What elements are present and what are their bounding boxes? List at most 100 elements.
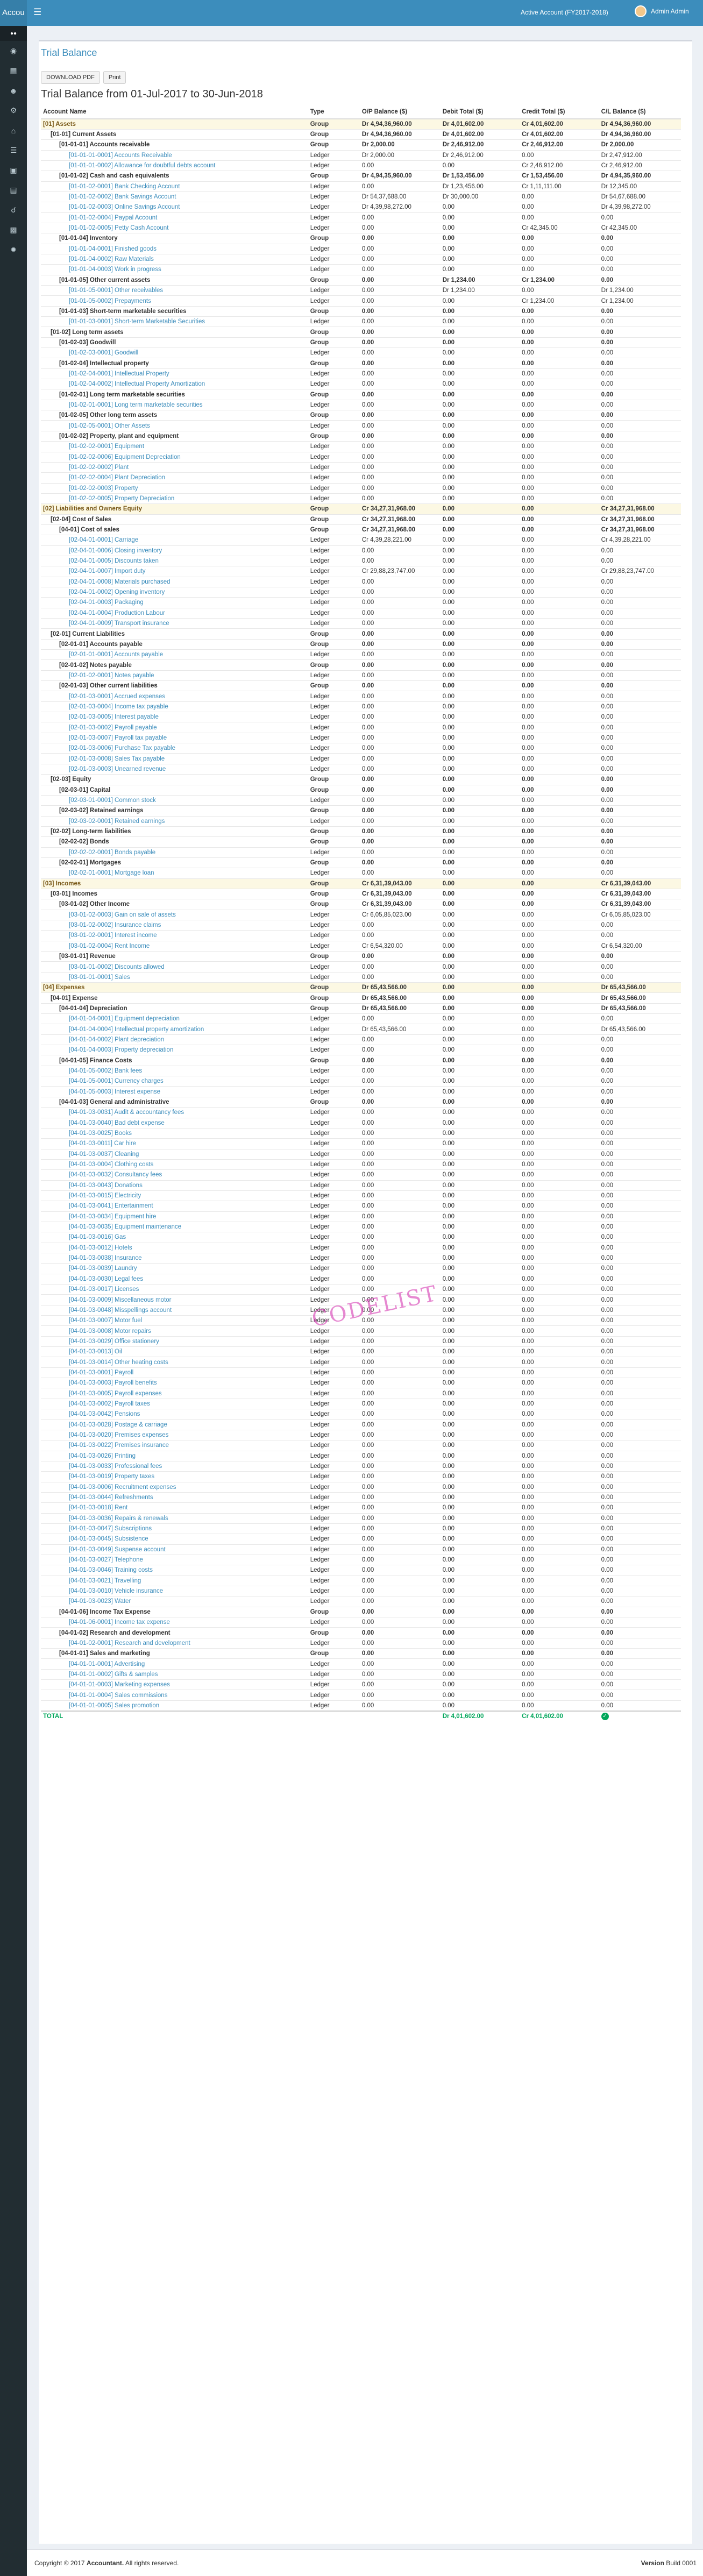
ledger-link[interactable]: [01-02-01-0001] Long term marketable sec… [69, 402, 203, 408]
account-name-cell[interactable]: [04-01-06-0001] Income tax expense [41, 1616, 308, 1628]
ledger-link[interactable]: [04-01-01-0004] Sales commissions [69, 1692, 167, 1699]
book-icon[interactable]: ▦ [0, 61, 27, 81]
account-name-cell[interactable]: [04-01-03-0033] Professional fees [41, 1460, 308, 1472]
account-name-cell[interactable]: [04-01-05-0001] Currency charges [41, 1076, 308, 1087]
ledger-link[interactable]: [01-02-02-0001] Equipment [69, 443, 144, 450]
ledger-link[interactable]: [04-01-03-0020] Premises expenses [69, 1432, 168, 1438]
account-name-cell[interactable]: [04-01-03-0043] Donations [41, 1180, 308, 1191]
ledger-link[interactable]: [04-01-06-0001] Income tax expense [69, 1619, 170, 1626]
list-icon[interactable]: ☰ [0, 140, 27, 160]
ledger-link[interactable]: [04-01-03-0025] Books [69, 1130, 132, 1137]
account-name-cell[interactable]: [04-01-03-0028] Postage & carriage [41, 1419, 308, 1430]
account-name-cell[interactable]: [01-01-02-0005] Petty Cash Account [41, 222, 308, 233]
account-name-cell[interactable]: [01-02-03-0001] Goodwill [41, 347, 308, 358]
account-name-cell[interactable]: [02-04-01-0001] Carriage [41, 535, 308, 546]
users-icon[interactable]: ☻ [0, 81, 27, 101]
ledger-link[interactable]: [04-01-03-0030] Legal fees [69, 1276, 143, 1282]
account-name-cell[interactable]: [02-01-03-0006] Purchase Tax payable [41, 743, 308, 754]
ledger-link[interactable]: [04-01-03-0022] Premises insurance [69, 1442, 169, 1449]
account-name-cell[interactable]: [04-01-03-0026] Printing [41, 1450, 308, 1461]
account-name-cell[interactable]: [04-01-03-0014] Other heating costs [41, 1357, 308, 1368]
account-name-cell[interactable]: [02-03-02-0001] Retained earnings [41, 815, 308, 827]
account-name-cell[interactable]: [02-04-01-0002] Opening inventory [41, 586, 308, 598]
account-name-cell[interactable]: [01-02-05-0001] Other Assets [41, 420, 308, 431]
print-button[interactable]: Print [103, 71, 126, 84]
account-name-cell[interactable]: [04-01-03-0009] Miscellaneous motor [41, 1294, 308, 1305]
ledger-link[interactable]: [04-01-03-0026] Printing [69, 1453, 136, 1459]
account-name-cell[interactable]: [04-01-03-0039] Laundry [41, 1263, 308, 1274]
account-name-cell[interactable]: [01-01-02-0003] Online Savings Account [41, 202, 308, 213]
account-name-cell[interactable]: [02-01-03-0004] Income tax payable [41, 701, 308, 712]
account-name-cell[interactable]: [04-01-03-0005] Payroll expenses [41, 1388, 308, 1399]
account-name-cell[interactable]: [04-01-03-0045] Subsistence [41, 1534, 308, 1545]
ledger-link[interactable]: [04-01-03-0015] Electricity [69, 1193, 141, 1199]
ledger-link[interactable]: [01-01-02-0002] Bank Savings Account [69, 194, 176, 200]
ledger-link[interactable]: [04-01-03-0046] Training costs [69, 1567, 153, 1573]
ledger-link[interactable]: [04-01-04-0003] Property depreciation [69, 1047, 173, 1053]
ledger-link[interactable]: [02-04-01-0005] Discounts taken [69, 558, 159, 564]
account-name-cell[interactable]: [02-04-01-0003] Packaging [41, 597, 308, 608]
account-name-cell[interactable]: [04-01-03-0023] Water [41, 1596, 308, 1607]
ledger-link[interactable]: [01-01-01-0001] Accounts Receivable [69, 152, 172, 159]
ledger-link[interactable]: [02-01-03-0001] Accrued expenses [69, 693, 165, 700]
account-name-cell[interactable]: [01-01-05-0002] Prepayments [41, 295, 308, 307]
ledger-link[interactable]: [02-04-01-0009] Transport insurance [69, 620, 169, 627]
ledger-link[interactable]: [02-01-03-0007] Payroll tax payable [69, 735, 167, 741]
account-name-cell[interactable]: [02-02-01-0001] Mortgage loan [41, 868, 308, 879]
ledger-link[interactable]: [04-01-03-0003] Payroll benefits [69, 1380, 157, 1386]
account-name-cell[interactable]: [04-01-04-0001] Equipment depreciation [41, 1013, 308, 1024]
account-name-cell[interactable]: [04-01-03-0030] Legal fees [41, 1273, 308, 1285]
account-name-cell[interactable]: [02-01-03-0007] Payroll tax payable [41, 732, 308, 743]
ledger-link[interactable]: [04-01-05-0003] Interest expense [69, 1089, 160, 1095]
account-name-cell[interactable]: [04-01-03-0025] Books [41, 1127, 308, 1139]
account-name-cell[interactable]: [02-01-02-0001] Notes payable [41, 670, 308, 681]
ledger-link[interactable]: [04-01-03-0019] Property taxes [69, 1473, 154, 1480]
ledger-link[interactable]: [02-03-02-0001] Retained earnings [69, 818, 165, 825]
account-name-cell[interactable]: [04-01-03-0017] Licenses [41, 1283, 308, 1295]
account-name-cell[interactable]: [02-01-03-0003] Unearned revenue [41, 763, 308, 775]
ledger-link[interactable]: [04-01-03-0038] Insurance [69, 1255, 142, 1261]
ledger-link[interactable]: [02-02-01-0001] Mortgage loan [69, 870, 154, 876]
ledger-link[interactable]: [04-01-03-0023] Water [69, 1598, 131, 1605]
account-name-cell[interactable]: [01-01-02-0002] Bank Savings Account [41, 191, 308, 202]
account-name-cell[interactable]: [04-01-03-0002] Payroll taxes [41, 1398, 308, 1409]
ledger-link[interactable]: [04-01-03-0014] Other heating costs [69, 1359, 168, 1366]
account-name-cell[interactable]: [04-01-03-0046] Training costs [41, 1565, 308, 1576]
ledger-link[interactable]: [04-01-03-0041] Entertainment [69, 1203, 153, 1209]
account-name-cell[interactable]: [04-01-05-0003] Interest expense [41, 1086, 308, 1097]
account-name-cell[interactable]: [04-01-03-0006] Recruitment expenses [41, 1481, 308, 1493]
ledger-link[interactable]: [01-01-05-0001] Other receivables [69, 287, 163, 294]
account-name-cell[interactable]: [04-01-03-0011] Car hire [41, 1138, 308, 1149]
account-name-cell[interactable]: [04-01-03-0004] Clothing costs [41, 1159, 308, 1170]
ledger-link[interactable]: [01-02-04-0002] Intellectual Property Am… [69, 381, 205, 387]
account-name-cell[interactable]: [04-01-03-0044] Refreshments [41, 1492, 308, 1503]
ledger-link[interactable]: [02-01-03-0002] Payroll payable [69, 725, 157, 731]
ledger-link[interactable]: [01-02-02-0002] Plant [69, 464, 129, 471]
account-name-cell[interactable]: [01-01-02-0001] Bank Checking Account [41, 181, 308, 192]
account-name-cell[interactable]: [04-01-03-0047] Subscriptions [41, 1523, 308, 1534]
account-name-cell[interactable]: [04-01-03-0015] Electricity [41, 1190, 308, 1201]
ledger-link[interactable]: [04-01-03-0042] Pensions [69, 1411, 140, 1417]
ledger-link[interactable]: [02-01-03-0005] Interest payable [69, 714, 159, 720]
account-name-cell[interactable]: [03-01-02-0002] Insurance claims [41, 919, 308, 931]
ledger-link[interactable]: [04-01-03-0029] Office stationery [69, 1338, 159, 1345]
account-name-cell[interactable]: [02-01-03-0005] Interest payable [41, 712, 308, 722]
ledger-link[interactable]: [04-01-03-0018] Rent [69, 1505, 127, 1511]
account-name-cell[interactable]: [04-01-03-0013] Oil [41, 1346, 308, 1357]
ledger-link[interactable]: [04-01-03-0013] Oil [69, 1349, 122, 1355]
account-name-cell[interactable]: [04-01-01-0002] Gifts & samples [41, 1669, 308, 1680]
ledger-link[interactable]: [04-01-05-0001] Currency charges [69, 1078, 164, 1084]
account-name-cell[interactable]: [04-01-01-0005] Sales promotion [41, 1700, 308, 1711]
ledger-link[interactable]: [04-01-03-0033] Professional fees [69, 1463, 162, 1470]
account-name-cell[interactable]: [01-02-04-0002] Intellectual Property Am… [41, 379, 308, 389]
account-name-cell[interactable]: [01-02-02-0002] Plant [41, 462, 308, 473]
ledger-link[interactable]: [01-02-05-0001] Other Assets [69, 423, 150, 429]
ledger-link[interactable]: [01-02-02-0005] Property Depreciation [69, 495, 174, 502]
ledger-link[interactable]: [04-01-03-0002] Payroll taxes [69, 1401, 150, 1407]
ledger-link[interactable]: [01-01-04-0003] Work in progress [69, 266, 161, 273]
ledger-link[interactable]: [04-01-03-0005] Payroll expenses [69, 1390, 162, 1397]
ledger-link[interactable]: [04-01-03-0045] Subsistence [69, 1536, 148, 1542]
account-name-cell[interactable]: [03-01-01-0002] Discounts allowed [41, 961, 308, 973]
account-name-cell[interactable]: [03-01-02-0004] Rent Income [41, 940, 308, 952]
account-name-cell[interactable]: [04-01-03-0049] Suspense account [41, 1544, 308, 1555]
